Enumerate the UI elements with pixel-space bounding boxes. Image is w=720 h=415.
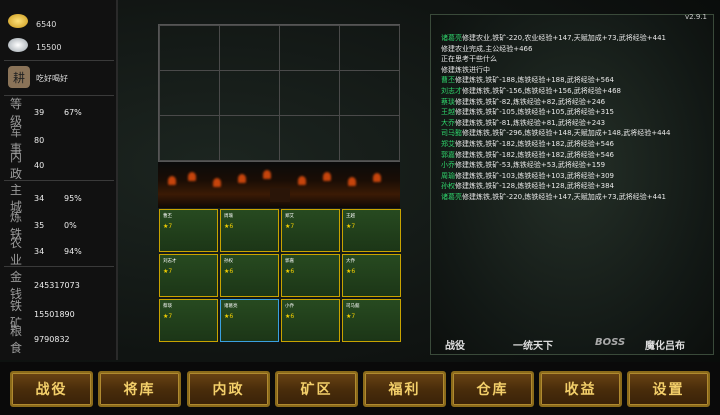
hero-name: 周瑜 (224, 214, 233, 219)
grid-slot[interactable] (219, 70, 280, 116)
event-log: 诸葛亮修建农业,铁矿-220,农业经验+147,天赋加成+73,武将经验+441… (441, 33, 709, 203)
nav-generals-button[interactable]: 将库 (98, 371, 181, 407)
grid-slot[interactable] (159, 70, 220, 116)
grid-slot[interactable] (339, 25, 400, 71)
stat-agriculture: 农业 34 94% (10, 236, 82, 267)
gold-value: 6540 (36, 20, 57, 29)
grid-slot[interactable] (339, 70, 400, 116)
hero-card[interactable]: 蔡琰 ★7 (159, 299, 218, 342)
log-line: 郭嘉修建炼铁,铁矿-182,炼铁经验+182,武将经验+546 (441, 150, 615, 159)
nav-income-button[interactable]: 收益 (539, 371, 622, 407)
building-grid (158, 24, 400, 162)
log-line: 修建炼铁进行中 (441, 65, 490, 74)
star-icon: ★6 (346, 268, 356, 275)
log-line: 郑艾修建炼铁,铁矿-182,炼铁经验+182,武将经验+546 (441, 139, 615, 148)
hero-card[interactable]: 刘志才 ★7 (159, 254, 218, 297)
player-panel: 6540 15500 耕 吃好喝好 等级 39 67% 军事 80 内政 40 主城 34… (0, 0, 118, 360)
hero-name: 诸葛亮 (224, 304, 238, 309)
tab-battle[interactable]: 战役 (445, 337, 465, 352)
hero-name: 曹丕 (163, 214, 172, 219)
nav-civil-button[interactable]: 内政 (187, 371, 270, 407)
hero-name: 刘志才 (163, 259, 177, 264)
tab-boss[interactable]: BOSS (595, 337, 625, 348)
hero-card[interactable]: 大乔 ★6 (342, 254, 401, 297)
grid-slot[interactable] (159, 25, 220, 71)
gold-icon (8, 14, 28, 28)
hero-card[interactable]: 诸葛亮 ★6 (220, 299, 279, 342)
log-line: 刘志才修建炼铁,铁矿-156,炼铁经验+156,武将经验+468 (441, 86, 622, 95)
log-line: 大乔修建炼铁,铁矿-81,炼铁经验+81,武将经验+243 (441, 118, 606, 127)
nav-welfare-button[interactable]: 福利 (363, 371, 446, 407)
grid-slot[interactable] (219, 115, 280, 161)
hero-card[interactable]: 曹丕 ★7 (159, 209, 218, 252)
stat-civil: 内政 40 (10, 150, 45, 181)
log-line: 王越修建炼铁,铁矿-105,炼铁经验+105,武将经验+315 (441, 108, 615, 117)
grid-slot[interactable] (339, 115, 400, 161)
log-line: 诸葛亮修建农业,铁矿-220,农业经验+147,天赋加成+73,武将经验+441 (441, 34, 667, 42)
avatar[interactable]: 耕 (8, 66, 30, 88)
hero-card[interactable]: 郑艾 ★7 (281, 209, 340, 252)
star-icon: ★7 (163, 268, 173, 275)
star-icon: ★7 (163, 313, 173, 320)
tab-lubu[interactable]: 魔化吕布 (645, 337, 685, 352)
hero-name: 司马懿 (346, 304, 360, 309)
stat-money: 金钱 245317073 (10, 270, 80, 301)
star-icon: ★6 (224, 223, 234, 230)
grid-slot[interactable] (219, 25, 280, 71)
grid-slot[interactable] (279, 115, 340, 161)
nav-battle-button[interactable]: 战役 (10, 371, 93, 407)
version-label: v2.9.1 (685, 13, 707, 21)
stat-food: 粮食 9790832 (10, 324, 70, 355)
log-line: 周瑜修建炼铁,铁矿-103,炼铁经验+103,武将经验+309 (441, 171, 615, 180)
star-icon: ★7 (163, 223, 173, 230)
log-line: 司马懿修建炼铁,铁矿-296,炼铁经验+148,天赋加成+148,武将经验+44… (441, 129, 671, 138)
log-line: 小乔修建炼铁,铁矿-53,炼铁经验+53,武将经验+159 (441, 161, 606, 170)
silver-icon (8, 38, 28, 52)
hero-card[interactable]: 王越 ★7 (342, 209, 401, 252)
hero-name: 王越 (346, 214, 355, 219)
log-line: 诸葛亮修建炼铁,铁矿-220,炼铁经验+147,天赋加成+73,武将经验+441 (441, 192, 667, 201)
star-icon: ★7 (285, 223, 295, 230)
status-text: 吃好喝好 (36, 74, 68, 83)
star-icon: ★6 (285, 268, 295, 275)
hero-name: 郭嘉 (285, 259, 294, 264)
star-icon: ★6 (224, 313, 234, 320)
hero-card[interactable]: 小乔 ★6 (281, 299, 340, 342)
nav-settings-button[interactable]: 设置 (627, 371, 710, 407)
grid-slot[interactable] (159, 115, 220, 161)
event-log-panel: v2.9.1 诸葛亮修建农业,铁矿-220,农业经验+147,天赋加成+73,武… (430, 13, 715, 355)
log-line: 正在思考干些什么 (441, 55, 497, 64)
nav-mine-button[interactable]: 矿区 (275, 371, 358, 407)
hero-name: 小乔 (285, 304, 294, 309)
log-line: 曹丕修建炼铁,铁矿-188,炼铁经验+188,武将经验+564 (441, 76, 615, 85)
hero-name: 蔡琰 (163, 304, 172, 309)
tab-unify[interactable]: 一统天下 (513, 337, 553, 352)
log-line: 蔡琰修建炼铁,铁矿-82,炼铁经验+82,武将经验+246 (441, 97, 606, 106)
grid-slot[interactable] (279, 70, 340, 116)
hero-name: 大乔 (346, 259, 355, 264)
grid-slot[interactable] (279, 25, 340, 71)
hero-card[interactable]: 郭嘉 ★6 (281, 254, 340, 297)
hero-card[interactable]: 周瑜 ★6 (220, 209, 279, 252)
star-icon: ★7 (346, 313, 356, 320)
hero-card[interactable]: 司马懿 ★7 (342, 299, 401, 342)
stat-main-city: 主城 34 95% (10, 183, 82, 214)
nav-warehouse-button[interactable]: 仓库 (451, 371, 534, 407)
hero-card[interactable]: 孙权 ★6 (220, 254, 279, 297)
log-tabs: 战役 一统天下 BOSS 魔化吕布 (431, 335, 715, 355)
star-icon: ★6 (285, 313, 295, 320)
log-line: 孙权修建炼铁,铁矿-128,炼铁经验+128,武将经验+384 (441, 182, 615, 191)
hero-name: 郑艾 (285, 214, 294, 219)
stat-level: 等级 39 67% (10, 97, 82, 128)
star-icon: ★7 (346, 223, 356, 230)
stat-smelting: 炼铁 35 0% (10, 210, 77, 241)
bottom-nav: 战役 将库 内政 矿区 福利 仓库 收益 设置 (0, 362, 720, 415)
hero-name: 孙权 (224, 259, 233, 264)
star-icon: ★6 (224, 268, 234, 275)
log-line: 修建农业完成,主公经验+466 (441, 44, 533, 53)
silver-value: 15500 (36, 43, 62, 52)
city-scene-image (158, 162, 400, 208)
